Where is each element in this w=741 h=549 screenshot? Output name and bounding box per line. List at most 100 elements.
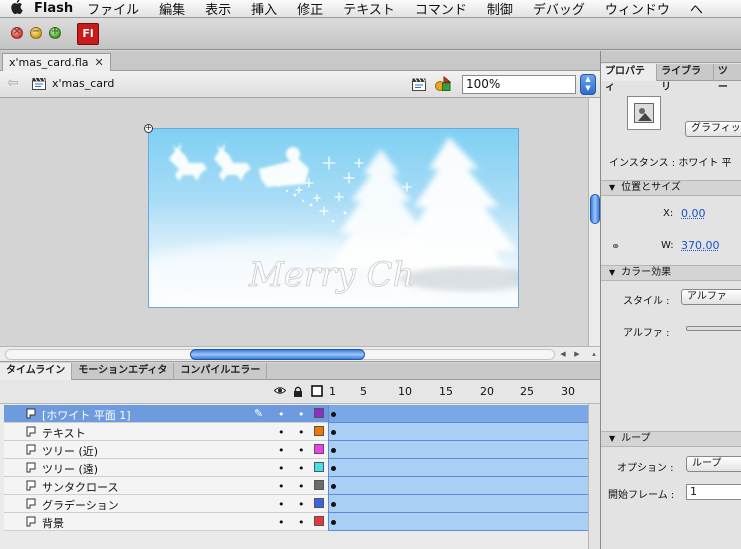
eye-icon[interactable] [273, 386, 287, 398]
tab-motion-editor[interactable]: モーションエディタ [72, 363, 175, 380]
visibility-dot[interactable]: • [278, 498, 285, 511]
menu-window[interactable]: ウィンドウ [605, 0, 670, 17]
lock-icon[interactable] [293, 386, 303, 400]
keyframe[interactable] [331, 520, 336, 525]
menu-text[interactable]: テキスト [343, 0, 395, 17]
close-tab-icon[interactable]: ✕ [95, 54, 104, 71]
flash-logo[interactable]: Fl [77, 23, 99, 45]
vertical-scroll-thumb[interactable] [590, 194, 600, 224]
loop-option-dropdown[interactable]: ループ [686, 456, 741, 472]
menu-edit[interactable]: 編集 [159, 0, 185, 17]
visibility-dot[interactable]: • [278, 516, 285, 529]
keyframe[interactable] [331, 412, 336, 417]
first-frame-input[interactable]: 1 [686, 484, 741, 500]
menu-app-name[interactable]: Flash [34, 1, 73, 16]
layer-name[interactable]: ツリー (遠) [42, 461, 98, 477]
style-dropdown[interactable]: アルファ [681, 289, 741, 305]
scroll-left-icon[interactable]: ◀ [557, 349, 569, 360]
keyframe[interactable] [331, 502, 336, 507]
zoom-stepper[interactable]: ▲ ▼ [580, 74, 596, 95]
lock-dot[interactable]: • [298, 426, 305, 439]
visibility-dot[interactable]: • [278, 426, 285, 439]
menu-insert[interactable]: 挿入 [251, 0, 277, 17]
panel-grip[interactable] [601, 51, 741, 63]
tab-properties[interactable]: プロパティ [601, 64, 658, 93]
horizontal-scroll-thumb[interactable] [190, 349, 365, 360]
document-tab[interactable]: x'mas_card.fla ✕ [2, 53, 111, 71]
layer-color-swatch[interactable] [314, 498, 324, 508]
lock-dot[interactable]: • [298, 408, 305, 421]
link-constraint-icon[interactable]: ⚭ [611, 240, 620, 253]
frame-row[interactable] [328, 495, 588, 513]
visibility-dot[interactable]: • [278, 480, 285, 493]
stage-canvas[interactable]: Merry Ch [148, 128, 519, 308]
symbol-behavior-dropdown[interactable]: グラフィッ [685, 121, 741, 137]
tab-tools[interactable]: ツー [714, 64, 741, 93]
visibility-dot[interactable]: • [278, 462, 285, 475]
apple-menu-icon[interactable] [0, 0, 34, 17]
lock-dot[interactable]: • [298, 462, 305, 475]
frame-row[interactable] [328, 477, 588, 495]
scene-name[interactable]: x'mas_card [52, 77, 114, 90]
layer-row[interactable]: サンタクロース • • [4, 477, 328, 495]
section-loop[interactable]: ▼ ループ [601, 431, 741, 447]
timeline-scrollbar[interactable] [588, 404, 600, 549]
layer-row[interactable]: ツリー (近) • • [4, 441, 328, 459]
menu-debug[interactable]: デバッグ [533, 0, 585, 17]
tab-timeline[interactable]: タイムライン [0, 363, 73, 380]
layer-row[interactable]: [ホワイト 平面 1] ✎ • • [4, 405, 328, 423]
window-minimize-button[interactable]: − [30, 26, 42, 39]
edit-symbols-icon[interactable] [435, 76, 451, 92]
layer-row[interactable]: ツリー (遠) • • [4, 459, 328, 477]
lock-dot[interactable]: • [298, 444, 305, 457]
frame-row[interactable] [328, 405, 588, 423]
visibility-dot[interactable]: • [278, 408, 285, 421]
layer-name[interactable]: ツリー (近) [42, 443, 98, 459]
window-zoom-button[interactable]: + [49, 26, 61, 39]
menu-commands[interactable]: コマンド [415, 0, 467, 17]
tab-library[interactable]: ライブラリ [657, 64, 714, 93]
tab-compiler-errors[interactable]: コンパイルエラー [174, 363, 268, 380]
frame-row[interactable] [328, 459, 588, 477]
stage-horizontal-scrollbar[interactable]: ◀ ▶ ▴ [0, 346, 600, 362]
w-value[interactable]: 370.00 [681, 239, 720, 252]
keyframe[interactable] [331, 484, 336, 489]
menu-modify[interactable]: 修正 [297, 0, 323, 17]
lock-dot[interactable]: • [298, 516, 305, 529]
outline-icon[interactable] [311, 385, 323, 400]
zoom-input[interactable]: 100% [462, 75, 576, 94]
layer-row[interactable]: グラデーション • • [4, 495, 328, 513]
layer-name[interactable]: グラデーション [42, 497, 119, 513]
menu-control[interactable]: 制御 [487, 0, 513, 17]
section-position-size[interactable]: ▼ 位置とサイズ [601, 180, 741, 196]
layer-color-swatch[interactable] [314, 426, 324, 436]
layer-color-swatch[interactable] [314, 516, 324, 526]
frame-row[interactable] [328, 423, 588, 441]
layer-color-swatch[interactable] [314, 444, 324, 454]
edit-scene-icon[interactable] [412, 77, 426, 91]
layer-name[interactable]: 背景 [42, 515, 64, 531]
visibility-dot[interactable]: • [278, 444, 285, 457]
lock-dot[interactable]: • [298, 480, 305, 493]
layer-row[interactable]: 背景 • • [4, 513, 328, 531]
menu-help[interactable]: ヘ [690, 0, 703, 17]
x-value[interactable]: 0.00 [681, 207, 706, 220]
keyframe[interactable] [331, 466, 336, 471]
frame-row[interactable] [328, 513, 588, 531]
layer-name[interactable]: [ホワイト 平面 1] [42, 407, 131, 423]
keyframe[interactable] [331, 430, 336, 435]
stage-vertical-scrollbar[interactable] [588, 98, 600, 346]
layer-color-swatch[interactable] [314, 462, 324, 472]
alpha-slider[interactable] [686, 326, 741, 331]
layer-row[interactable]: テキスト • • [4, 423, 328, 441]
lock-dot[interactable]: • [298, 498, 305, 511]
section-color-effect[interactable]: ▼ カラー効果 [601, 265, 741, 281]
menu-file[interactable]: ファイル [87, 0, 139, 17]
layer-color-swatch[interactable] [314, 408, 324, 418]
window-close-button[interactable]: × [11, 26, 23, 39]
layer-color-swatch[interactable] [314, 480, 324, 490]
frame-row[interactable] [328, 441, 588, 459]
back-arrow-icon[interactable]: ⇦ [7, 75, 19, 91]
menu-view[interactable]: 表示 [205, 0, 231, 17]
keyframe[interactable] [331, 448, 336, 453]
